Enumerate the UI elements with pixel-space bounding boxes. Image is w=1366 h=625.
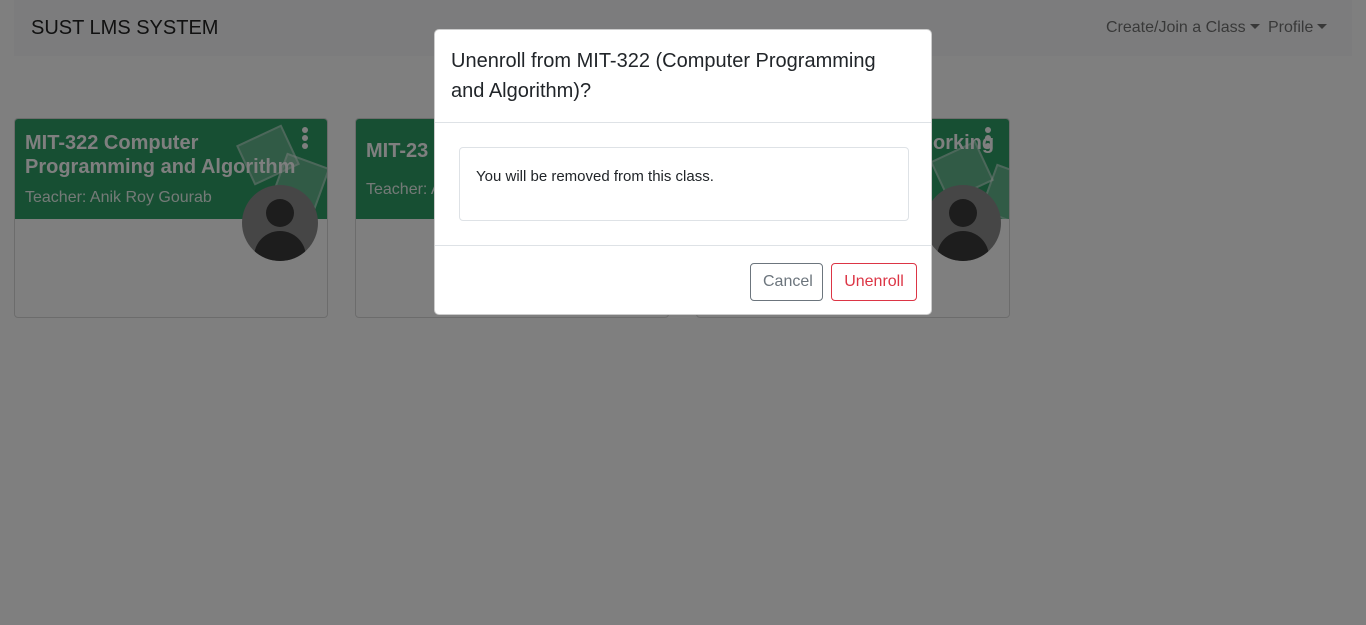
modal-header: Unenroll from MIT-322 (Computer Programm… (435, 30, 931, 123)
cancel-button[interactable]: Cancel (750, 263, 823, 301)
page: SUST LMS SYSTEM Create/Join a Class Prof… (0, 0, 1366, 625)
unenroll-modal: Unenroll from MIT-322 (Computer Programm… (434, 29, 932, 315)
modal-footer: Cancel Unenroll (435, 245, 931, 316)
modal-title: Unenroll from MIT-322 (Computer Programm… (451, 50, 876, 102)
modal-body-text: You will be removed from this class. (476, 168, 714, 185)
modal-body: You will be removed from this class. (459, 147, 909, 221)
unenroll-button[interactable]: Unenroll (831, 263, 917, 301)
